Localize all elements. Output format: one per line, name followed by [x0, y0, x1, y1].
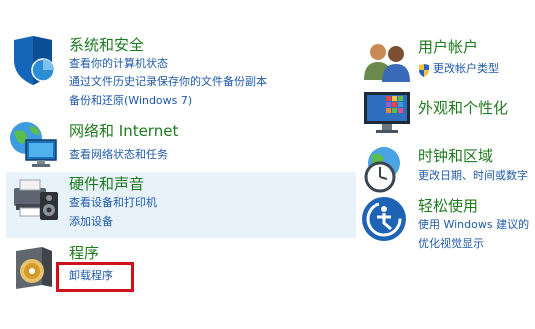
clock-region-title[interactable]: 时钟和区域 — [418, 146, 493, 166]
printer-speaker-icon — [10, 174, 60, 224]
network-globe-icon — [8, 120, 58, 168]
system-security-title[interactable]: 系统和安全 — [69, 35, 144, 55]
appearance-title[interactable]: 外观和个性化 — [418, 98, 508, 118]
network-internet-title[interactable]: 网络和 Internet — [69, 121, 178, 141]
windows-suggested-settings-link[interactable]: 使用 Windows 建议的 — [418, 217, 529, 232]
programs-title[interactable]: 程序 — [69, 243, 99, 263]
change-account-type-link[interactable]: 更改帐户类型 — [433, 61, 499, 76]
users-icon — [362, 40, 412, 84]
view-network-status-link[interactable]: 查看网络状态和任务 — [69, 147, 168, 162]
uac-shield-icon — [418, 62, 430, 77]
view-computer-status-link[interactable]: 查看你的计算机状态 — [69, 56, 168, 71]
change-date-time-link[interactable]: 更改日期、时间或数字 — [418, 168, 528, 183]
optimize-visual-display-link[interactable]: 优化视觉显示 — [418, 236, 484, 251]
shield-icon — [10, 36, 56, 86]
file-history-backup-link[interactable]: 通过文件历史记录保存你的文件备份副本 — [69, 74, 267, 89]
user-accounts-title[interactable]: 用户帐户 — [418, 37, 478, 57]
programs-disc-icon — [12, 245, 56, 291]
hardware-sound-title[interactable]: 硬件和声音 — [69, 174, 144, 194]
view-devices-printers-link[interactable]: 查看设备和打印机 — [69, 195, 157, 210]
add-device-link[interactable]: 添加设备 — [69, 214, 113, 229]
clock-globe-icon — [360, 145, 410, 195]
monitor-personalization-icon — [362, 88, 412, 136]
accessibility-icon — [361, 196, 407, 242]
ease-of-access-title[interactable]: 轻松使用 — [418, 196, 478, 216]
backup-restore-link[interactable]: 备份和还原(Windows 7) — [69, 93, 192, 108]
uninstall-highlight-box — [56, 262, 134, 292]
